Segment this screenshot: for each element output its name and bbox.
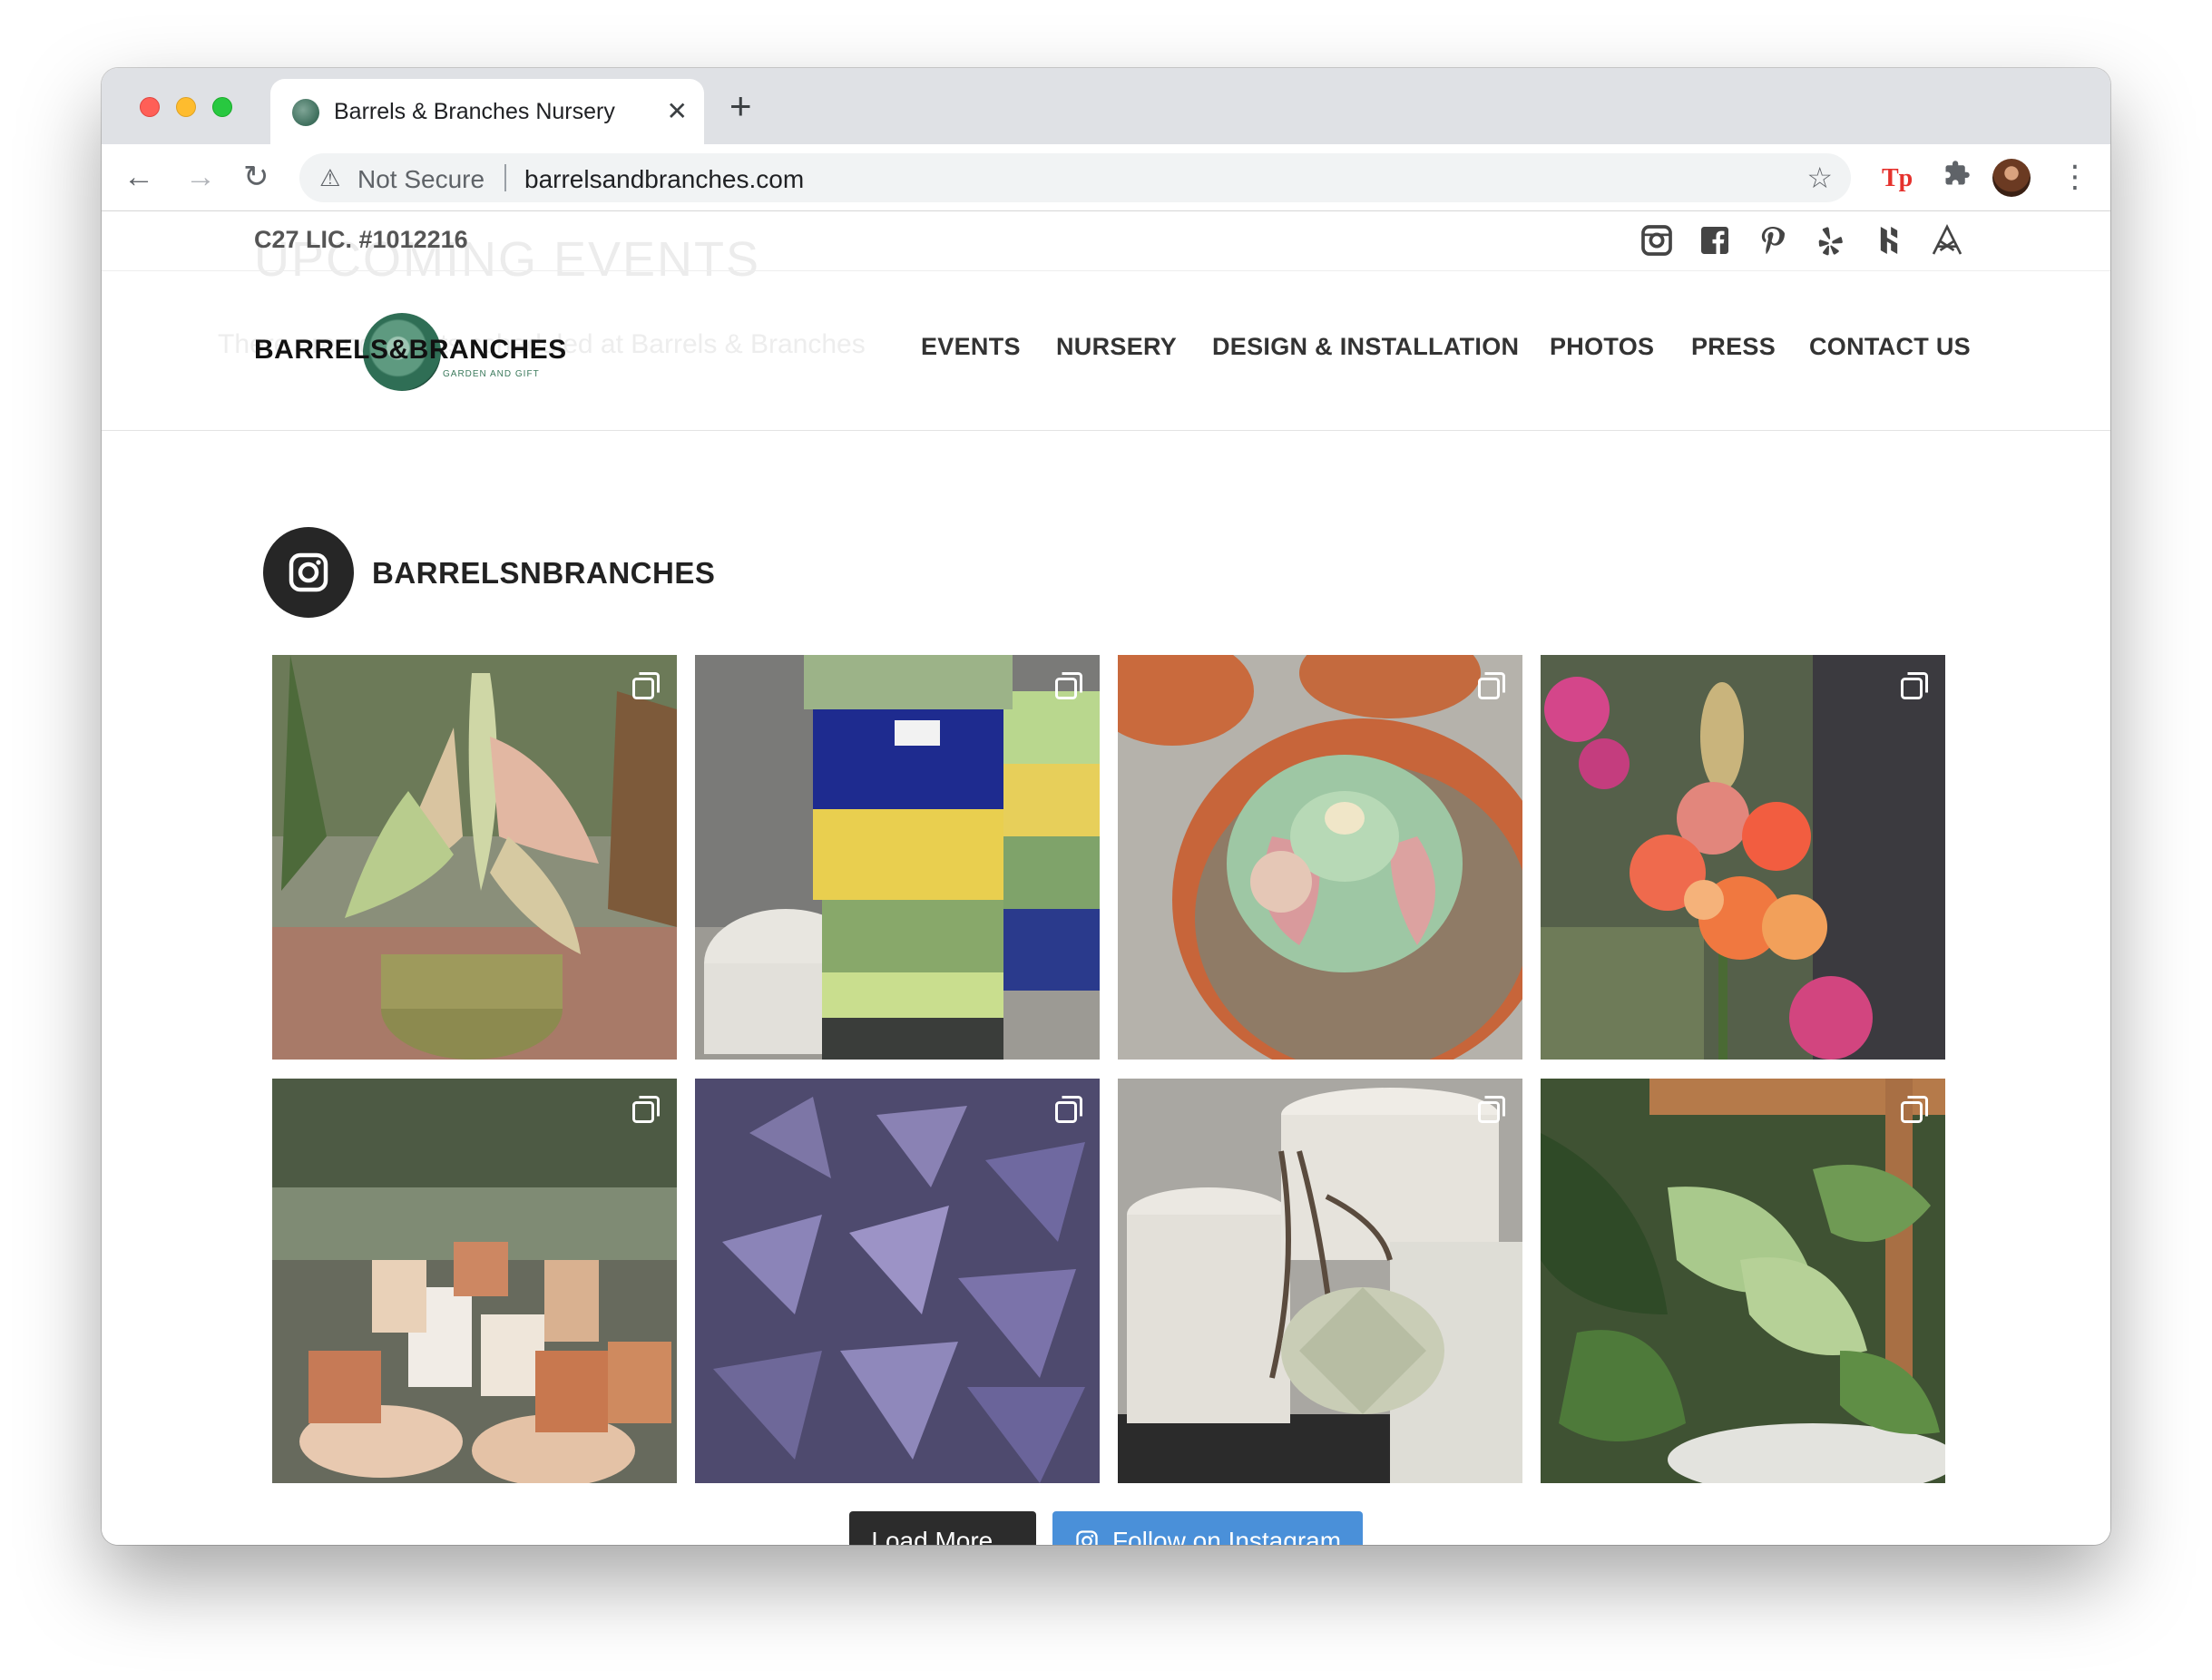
warning-icon[interactable]: ⚠ (319, 163, 340, 192)
tab-strip: Barrels & Branches Nursery ✕ + (102, 68, 2110, 144)
gallery-icon (1478, 1096, 1505, 1123)
logo-subtitle: GARDEN AND GIFT (443, 369, 540, 379)
new-tab-icon[interactable]: + (729, 87, 752, 125)
instagram-icon (1076, 1530, 1098, 1545)
gallery-icon (1055, 1096, 1082, 1123)
pinterest-icon[interactable] (1755, 222, 1791, 259)
photo-oxalis-image (695, 1079, 1100, 1483)
instagram-avatar-icon[interactable] (263, 527, 354, 618)
nav-contact-us[interactable]: CONTACT US (1809, 333, 1971, 361)
minimize-window-button[interactable] (176, 97, 196, 117)
back-arrow-icon[interactable]: ← (123, 157, 154, 197)
follow-label: Follow on Instagram (1111, 1527, 1342, 1545)
extension-tp-icon[interactable]: Tp (1882, 164, 1913, 193)
gallery-icon (1901, 672, 1928, 699)
yelp-icon[interactable] (1813, 222, 1849, 259)
load-more-label: Load More... (871, 1527, 1014, 1545)
bookmark-star-icon[interactable]: ☆ (1806, 161, 1833, 195)
site-logo[interactable]: BARRELS&BRANCHES GARDEN AND GIFT (254, 313, 566, 395)
reload-icon[interactable]: ↻ (243, 157, 269, 197)
extensions-puzzle-icon[interactable] (1943, 159, 1971, 195)
license-number: C27 LIC. #1012216 (254, 226, 468, 253)
nav-design-installation[interactable]: DESIGN & INSTALLATION (1212, 333, 1519, 361)
nav-nursery[interactable]: NURSERY (1056, 333, 1177, 361)
instagram-photo-5[interactable] (272, 1079, 677, 1483)
instagram-photo-4[interactable] (1541, 655, 1945, 1060)
profile-avatar[interactable] (1992, 159, 2031, 197)
photo-airplant-image (1118, 1079, 1522, 1483)
close-window-button[interactable] (140, 97, 160, 117)
security-label[interactable]: Not Secure (357, 165, 484, 194)
forward-arrow-icon[interactable]: → (185, 157, 216, 197)
nav-press[interactable]: PRESS (1691, 333, 1776, 361)
instagram-username[interactable]: BARRELSNBRANCHES (372, 556, 715, 591)
browser-window: Barrels & Branches Nursery ✕ + ← → ↻ ⚠ N… (102, 68, 2110, 1545)
gallery-icon (1478, 672, 1505, 699)
browser-menu-icon[interactable]: ⋮ (2060, 157, 2090, 197)
logo-text: BARRELS&BRANCHES (254, 335, 567, 365)
browser-toolbar: ← → ↻ ⚠ Not Secure barrelsandbranches.co… (102, 144, 2110, 211)
instagram-photo-1[interactable] (272, 655, 677, 1060)
maximize-window-button[interactable] (212, 97, 232, 117)
tab-title: Barrels & Branches Nursery (334, 99, 615, 124)
follow-on-instagram-button[interactable]: Follow on Instagram (1052, 1511, 1363, 1545)
instagram-photo-3[interactable] (1118, 655, 1522, 1060)
nav-events[interactable]: EVENTS (921, 333, 1021, 361)
load-more-button[interactable]: Load More... (849, 1511, 1036, 1545)
facebook-icon[interactable] (1697, 222, 1733, 259)
address-bar[interactable]: ⚠ Not Secure barrelsandbranches.com ☆ (299, 153, 1851, 202)
favicon-icon (292, 99, 319, 126)
photo-plant-image (272, 655, 677, 1060)
browser-tab[interactable]: Barrels & Branches Nursery ✕ (270, 79, 704, 144)
photo-pots-image (695, 655, 1100, 1060)
gallery-icon (632, 672, 660, 699)
instagram-photo-8[interactable] (1541, 1079, 1945, 1483)
gallery-icon (1055, 672, 1082, 699)
divider (504, 164, 506, 191)
nav-photos[interactable]: PHOTOS (1550, 333, 1654, 361)
web-page: UPCOMING EVENTS There are no events sche… (102, 211, 2110, 1545)
gallery-icon (632, 1096, 660, 1123)
nextdoor-icon[interactable] (1929, 222, 1965, 259)
instagram-photo-7[interactable] (1118, 1079, 1522, 1483)
photo-snapdragon-image (1541, 655, 1945, 1060)
houzz-icon[interactable] (1871, 222, 1907, 259)
site-top-bar: C27 LIC. #1012216 (102, 211, 2110, 271)
photo-succulent-image (1118, 655, 1522, 1060)
photo-terracotta-image (272, 1079, 677, 1483)
tab-close-icon[interactable]: ✕ (667, 95, 688, 128)
photo-philodendron-image (1541, 1079, 1945, 1483)
url-text[interactable]: barrelsandbranches.com (524, 165, 804, 194)
instagram-icon[interactable] (1639, 222, 1675, 259)
instagram-photo-2[interactable] (695, 655, 1100, 1060)
site-header: BARRELS&BRANCHES GARDEN AND GIFT EVENTS … (102, 271, 2110, 431)
gallery-icon (1901, 1096, 1928, 1123)
instagram-photo-6[interactable] (695, 1079, 1100, 1483)
